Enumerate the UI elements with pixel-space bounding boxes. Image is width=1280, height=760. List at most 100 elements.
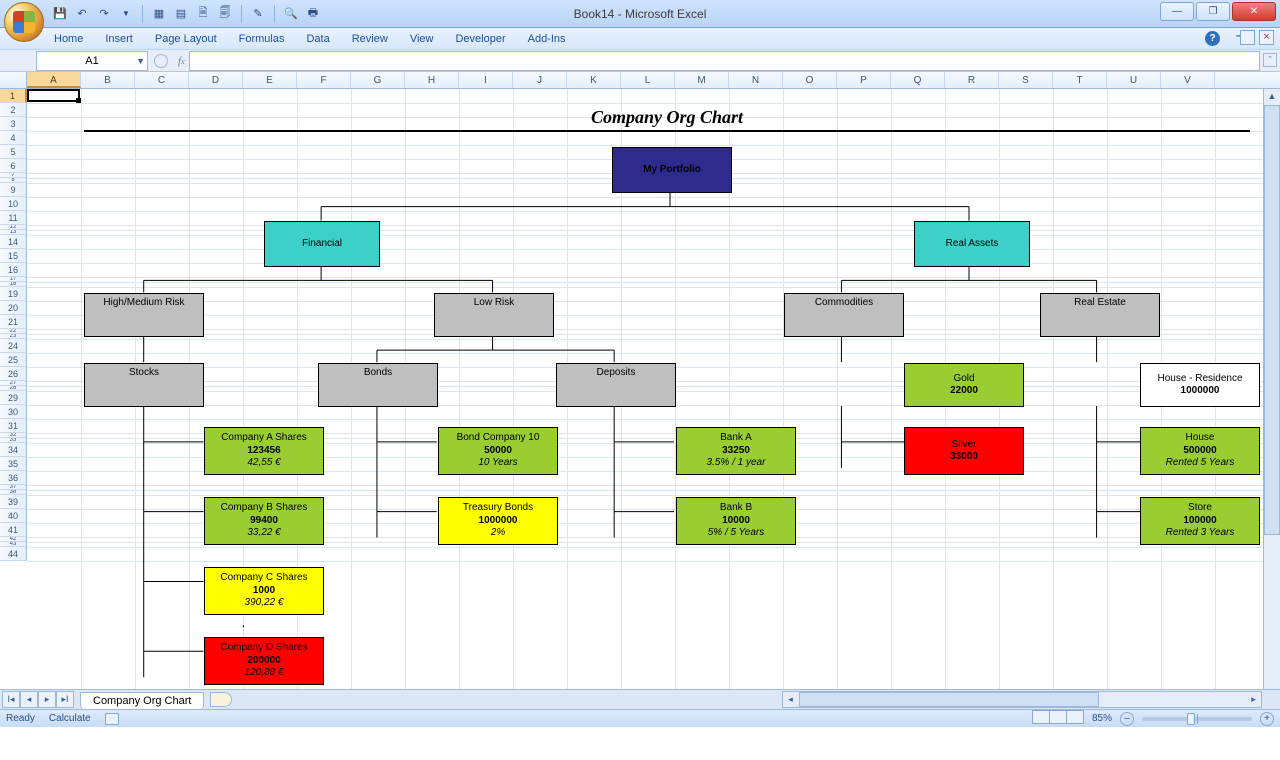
row-header[interactable]: 20 bbox=[0, 301, 27, 315]
leaf-bank-a[interactable]: Bank A 33250 3.5% / 1 year bbox=[676, 427, 796, 475]
row-header[interactable]: 6 bbox=[0, 159, 27, 173]
row-header[interactable]: 40 bbox=[0, 509, 27, 523]
column-header[interactable]: G bbox=[351, 72, 405, 88]
node-financial[interactable]: Financial bbox=[264, 221, 380, 267]
office-button[interactable] bbox=[4, 2, 44, 42]
leaf-bond-company[interactable]: Bond Company 10 50000 10 Years bbox=[438, 427, 558, 475]
column-header[interactable]: P bbox=[837, 72, 891, 88]
node-commodities[interactable]: Commodities bbox=[784, 293, 904, 337]
leaf-company-c[interactable]: Company C Shares 1000 390,22 € bbox=[204, 567, 324, 615]
tab-data[interactable]: Data bbox=[306, 33, 329, 45]
active-cell[interactable] bbox=[27, 89, 80, 102]
leaf-company-b[interactable]: Company B Shares 99400 33,22 € bbox=[204, 497, 324, 545]
row-header[interactable]: 21 bbox=[0, 315, 27, 329]
row-header[interactable]: 25 bbox=[0, 353, 27, 367]
column-header[interactable]: U bbox=[1107, 72, 1161, 88]
node-real-assets[interactable]: Real Assets bbox=[914, 221, 1030, 267]
row-header[interactable]: 10 bbox=[0, 197, 27, 211]
leaf-company-d[interactable]: Company D Shares 200000 120,88 € bbox=[204, 637, 324, 685]
column-header[interactable]: A bbox=[27, 72, 81, 88]
minimize-button[interactable]: — bbox=[1160, 2, 1194, 21]
org-chart[interactable]: Company Org Chart bbox=[54, 89, 1280, 727]
column-header[interactable]: J bbox=[513, 72, 567, 88]
tab-insert[interactable]: Insert bbox=[105, 33, 133, 45]
row-header[interactable]: 15 bbox=[0, 249, 27, 263]
node-highmed-risk[interactable]: High/Medium Risk bbox=[84, 293, 204, 337]
row-header[interactable]: 5 bbox=[0, 145, 27, 159]
node-root[interactable]: My Portfolio bbox=[612, 147, 732, 193]
fx-icon[interactable]: fx bbox=[178, 55, 185, 67]
leaf-store[interactable]: Store 100000 Rented 3 Years bbox=[1140, 497, 1260, 545]
row-header[interactable]: 2 bbox=[0, 103, 27, 117]
select-all-button[interactable] bbox=[0, 72, 27, 88]
tab-addins[interactable]: Add-Ins bbox=[528, 33, 566, 45]
node-house-residence[interactable]: House - Residence 1000000 bbox=[1140, 363, 1260, 407]
column-header[interactable]: N bbox=[729, 72, 783, 88]
row-header[interactable]: 44 bbox=[0, 547, 27, 561]
leaf-treasury-bonds[interactable]: Treasury Bonds 1000000 2% bbox=[438, 497, 558, 545]
node-bonds[interactable]: Bonds bbox=[318, 363, 438, 407]
column-header[interactable]: B bbox=[81, 72, 135, 88]
row-header[interactable]: 30 bbox=[0, 405, 27, 419]
node-gold[interactable]: Gold 22000 bbox=[904, 363, 1024, 407]
column-header[interactable]: E bbox=[243, 72, 297, 88]
row-header[interactable]: 11 bbox=[0, 211, 27, 225]
leaf-company-a[interactable]: Company A Shares 123456 42,55 € bbox=[204, 427, 324, 475]
row-header[interactable]: 29 bbox=[0, 391, 27, 405]
column-header[interactable]: F bbox=[297, 72, 351, 88]
tab-nav-prev[interactable]: ◂ bbox=[20, 691, 38, 708]
column-header[interactable]: K bbox=[567, 72, 621, 88]
row-header[interactable]: 36 bbox=[0, 471, 27, 485]
tab-view[interactable]: View bbox=[410, 33, 434, 45]
maximize-button[interactable]: ❐ bbox=[1196, 2, 1230, 21]
leaf-house[interactable]: House 500000 Rented 5 Years bbox=[1140, 427, 1260, 475]
tab-nav-first[interactable]: I◂ bbox=[2, 691, 20, 708]
node-low-risk[interactable]: Low Risk bbox=[434, 293, 554, 337]
row-header[interactable]: 34 bbox=[0, 443, 27, 457]
cancel-fx-icon[interactable] bbox=[154, 54, 168, 68]
row-header[interactable]: 35 bbox=[0, 457, 27, 471]
column-header[interactable]: L bbox=[621, 72, 675, 88]
row-header[interactable]: 1 bbox=[0, 89, 27, 103]
tab-review[interactable]: Review bbox=[352, 33, 388, 45]
column-header[interactable]: S bbox=[999, 72, 1053, 88]
node-deposits[interactable]: Deposits bbox=[556, 363, 676, 407]
node-real-estate[interactable]: Real Estate bbox=[1040, 293, 1160, 337]
row-header[interactable]: 19 bbox=[0, 287, 27, 301]
expand-formula-bar-icon[interactable]: ˇ bbox=[1263, 53, 1277, 67]
row-header[interactable]: 41 bbox=[0, 523, 27, 537]
row-header[interactable]: 3 bbox=[0, 117, 27, 131]
node-stocks[interactable]: Stocks bbox=[84, 363, 204, 407]
name-box[interactable]: A1 ▼ bbox=[36, 51, 148, 71]
close-button[interactable]: ✕ bbox=[1232, 2, 1276, 21]
column-header[interactable]: O bbox=[783, 72, 837, 88]
formula-bar[interactable] bbox=[189, 51, 1260, 71]
column-header[interactable]: C bbox=[135, 72, 189, 88]
row-header[interactable]: 9 bbox=[0, 183, 27, 197]
row-header[interactable]: 16 bbox=[0, 263, 27, 277]
cell-grid[interactable]: Company Org Chart bbox=[27, 89, 1280, 727]
row-header[interactable]: 24 bbox=[0, 339, 27, 353]
row-header[interactable]: 4 bbox=[0, 131, 27, 145]
column-header[interactable]: R bbox=[945, 72, 999, 88]
ribbon-close-window[interactable]: × bbox=[1259, 30, 1274, 45]
leaf-bank-b[interactable]: Bank B 10000 5% / 5 Years bbox=[676, 497, 796, 545]
column-header[interactable]: V bbox=[1161, 72, 1215, 88]
tab-formulas[interactable]: Formulas bbox=[239, 33, 285, 45]
leaf-silver[interactable]: Silver 33000 bbox=[904, 427, 1024, 475]
ribbon-restore-window[interactable] bbox=[1240, 30, 1255, 45]
row-header[interactable]: 14 bbox=[0, 235, 27, 249]
column-header[interactable]: T bbox=[1053, 72, 1107, 88]
tab-developer[interactable]: Developer bbox=[455, 33, 505, 45]
column-header[interactable]: Q bbox=[891, 72, 945, 88]
row-header[interactable]: 26 bbox=[0, 367, 27, 381]
column-header[interactable]: D bbox=[189, 72, 243, 88]
row-header[interactable]: 31 bbox=[0, 419, 27, 433]
chevron-down-icon[interactable]: ▼ bbox=[136, 56, 145, 66]
row-header[interactable]: 39 bbox=[0, 495, 27, 509]
column-header[interactable]: H bbox=[405, 72, 459, 88]
help-icon[interactable]: ? bbox=[1205, 31, 1220, 46]
column-header[interactable]: M bbox=[675, 72, 729, 88]
column-header[interactable]: I bbox=[459, 72, 513, 88]
tab-home[interactable]: Home bbox=[54, 33, 83, 45]
